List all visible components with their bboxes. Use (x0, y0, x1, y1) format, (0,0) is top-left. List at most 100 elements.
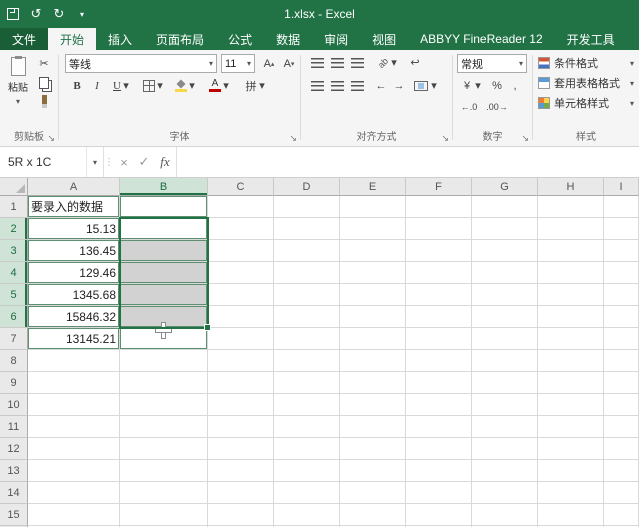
cell-A2[interactable]: 15.13 (28, 218, 120, 240)
cell-B7[interactable] (120, 328, 208, 350)
save-button[interactable] (6, 6, 20, 22)
cell-I11[interactable] (604, 416, 639, 438)
cell-E8[interactable] (340, 350, 406, 372)
cell-H10[interactable] (538, 394, 604, 416)
conditional-formatting-button[interactable]: 条件格式 ▾ (535, 54, 637, 72)
comma-style-button[interactable]: , (505, 77, 525, 94)
cell-G3[interactable] (472, 240, 538, 262)
insert-function-button[interactable]: fx (154, 147, 176, 177)
cell-E10[interactable] (340, 394, 406, 416)
cell-H1[interactable] (538, 196, 604, 218)
underline-dropdown[interactable]: ▾ (121, 77, 131, 94)
format-as-table-button[interactable]: 套用表格格式 ▾ (535, 74, 637, 92)
cell-D2[interactable] (274, 218, 340, 240)
row-header-6[interactable]: 6 (0, 306, 28, 328)
number-format-combo[interactable]: 常规 ▾ (457, 54, 527, 73)
increase-font-button[interactable]: A▴ (259, 55, 279, 72)
tab-page-layout[interactable]: 页面布局 (144, 28, 216, 50)
copy-button[interactable] (34, 74, 54, 91)
cancel-button[interactable]: × (114, 147, 134, 177)
cell-B2[interactable] (120, 218, 208, 240)
cell-A4[interactable]: 129.46 (28, 262, 120, 284)
cell-H4[interactable] (538, 262, 604, 284)
cell-G12[interactable] (472, 438, 538, 460)
cell-B4[interactable] (120, 262, 208, 284)
cell-I6[interactable] (604, 306, 639, 328)
cell-C1[interactable] (208, 196, 274, 218)
cell-E12[interactable] (340, 438, 406, 460)
tab-home[interactable]: 开始 (48, 28, 96, 50)
enter-button[interactable]: ✓ (134, 147, 154, 177)
cell-I10[interactable] (604, 394, 639, 416)
column-header-B[interactable]: B (120, 178, 208, 196)
align-top-button[interactable] (307, 54, 327, 71)
cell-D15[interactable] (274, 504, 340, 526)
cell-B9[interactable] (120, 372, 208, 394)
alignment-dialog-launcher[interactable]: ↘ (441, 134, 449, 143)
cell-D10[interactable] (274, 394, 340, 416)
column-header-F[interactable]: F (406, 178, 472, 196)
redo-button[interactable]: ↻ (52, 6, 66, 22)
increase-decimal-button[interactable]: ←.0 (457, 98, 481, 115)
cell-F1[interactable] (406, 196, 472, 218)
tab-review[interactable]: 审阅 (312, 28, 360, 50)
cell-A3[interactable]: 136.45 (28, 240, 120, 262)
cell-D9[interactable] (274, 372, 340, 394)
cell-F8[interactable] (406, 350, 472, 372)
cell-A11[interactable] (28, 416, 120, 438)
cell-I5[interactable] (604, 284, 639, 306)
cell-G13[interactable] (472, 460, 538, 482)
font-name-combo[interactable]: 等线 ▾ (65, 54, 217, 73)
cell-F12[interactable] (406, 438, 472, 460)
cell-F15[interactable] (406, 504, 472, 526)
borders-dropdown[interactable]: ▾ (155, 77, 165, 94)
cell-F4[interactable] (406, 262, 472, 284)
tab-abbyy[interactable]: ABBYY FineReader 12 (408, 28, 555, 50)
cell-B1[interactable] (120, 196, 208, 218)
align-right-button[interactable] (347, 77, 367, 94)
cell-D5[interactable] (274, 284, 340, 306)
cell-A14[interactable] (28, 482, 120, 504)
cell-B15[interactable] (120, 504, 208, 526)
cell-C10[interactable] (208, 394, 274, 416)
cell-D11[interactable] (274, 416, 340, 438)
column-header-A[interactable]: A (28, 178, 120, 196)
cell-B10[interactable] (120, 394, 208, 416)
cell-F10[interactable] (406, 394, 472, 416)
merge-center-button[interactable] (411, 77, 431, 94)
tab-insert[interactable]: 插入 (96, 28, 144, 50)
font-size-combo[interactable]: 11 ▾ (221, 54, 255, 73)
qat-customize-button[interactable]: ▾ (75, 6, 89, 22)
cell-B14[interactable] (120, 482, 208, 504)
cell-H11[interactable] (538, 416, 604, 438)
cell-E2[interactable] (340, 218, 406, 240)
cell-E14[interactable] (340, 482, 406, 504)
cell-F3[interactable] (406, 240, 472, 262)
cell-D12[interactable] (274, 438, 340, 460)
cell-D3[interactable] (274, 240, 340, 262)
cell-I4[interactable] (604, 262, 639, 284)
format-painter-button[interactable] (34, 93, 54, 110)
cell-B12[interactable] (120, 438, 208, 460)
cell-D14[interactable] (274, 482, 340, 504)
cell-F2[interactable] (406, 218, 472, 240)
cell-C13[interactable] (208, 460, 274, 482)
cell-E5[interactable] (340, 284, 406, 306)
cell-D4[interactable] (274, 262, 340, 284)
row-header-12[interactable]: 12 (0, 438, 28, 460)
cell-B11[interactable] (120, 416, 208, 438)
cell-H14[interactable] (538, 482, 604, 504)
clipboard-dialog-launcher[interactable]: ↘ (47, 134, 55, 143)
cell-D8[interactable] (274, 350, 340, 372)
cell-F6[interactable] (406, 306, 472, 328)
cell-F14[interactable] (406, 482, 472, 504)
merge-center-dropdown[interactable]: ▾ (429, 77, 439, 94)
cell-A10[interactable] (28, 394, 120, 416)
cell-C9[interactable] (208, 372, 274, 394)
cell-E9[interactable] (340, 372, 406, 394)
align-center-button[interactable] (327, 77, 347, 94)
cell-B5[interactable] (120, 284, 208, 306)
cell-H12[interactable] (538, 438, 604, 460)
decrease-indent-button[interactable]: ← (371, 77, 391, 94)
cell-A9[interactable] (28, 372, 120, 394)
